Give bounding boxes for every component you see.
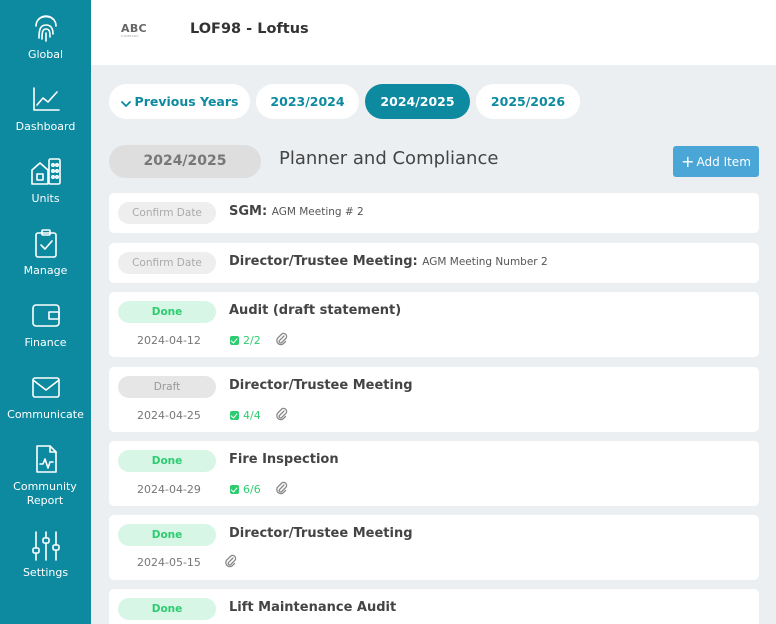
sidebar-item-label: Manage — [23, 264, 68, 277]
status-badge[interactable]: Done — [118, 450, 216, 472]
sidebar-item-community-report[interactable]: Community Report — [0, 444, 91, 510]
item-subtitle: AGM Meeting Number 2 — [422, 256, 548, 268]
tab-label: 2025/2026 — [490, 94, 566, 109]
page-title: LOF98 - Loftus — [190, 21, 309, 37]
item-title: Director/Trustee Meeting — [229, 378, 413, 393]
current-year-pill: 2024/2025 — [109, 145, 261, 178]
checkbox-icon — [230, 485, 239, 494]
plus-icon: + — [681, 152, 695, 171]
checklist-count: 6/6 — [243, 483, 261, 496]
sidebar-item-label: Dashboard — [15, 120, 76, 133]
sidebar-item-global[interactable]: Global — [0, 12, 91, 78]
paperclip-icon[interactable] — [225, 554, 237, 568]
report-document-icon — [36, 445, 57, 473]
envelope-icon — [32, 377, 60, 398]
planner-item[interactable]: Draft Director/Trustee Meeting 2024-04-2… — [109, 367, 759, 432]
clipboard-check-icon — [35, 229, 57, 258]
sidebar-item-dashboard[interactable]: Dashboard — [0, 84, 91, 150]
checklist-count: 4/4 — [243, 409, 261, 422]
checklist-count: 2/2 — [243, 334, 261, 347]
status-badge[interactable]: Draft — [118, 376, 216, 398]
tab-label: Previous Years — [134, 94, 239, 109]
header: ABC COMPANY LOF98 - Loftus — [91, 0, 776, 65]
planner-item[interactable]: Done Fire Inspection 2024-04-29 6/6 — [109, 441, 759, 506]
chevron-down-icon — [120, 86, 131, 121]
sidebar: Global Dashboard Units Manage Finance Co… — [0, 0, 91, 624]
company-logo: ABC COMPANY — [121, 23, 151, 39]
item-date: 2024-04-25 — [137, 409, 201, 422]
item-date: 2024-04-12 — [137, 334, 201, 347]
wallet-icon — [32, 304, 60, 327]
tab-2023-2024[interactable]: 2023/2024 — [256, 84, 359, 119]
paperclip-icon[interactable] — [276, 481, 288, 495]
tab-previous-years[interactable]: Previous Years — [109, 84, 250, 119]
add-item-button[interactable]: + Add Item — [673, 146, 759, 177]
item-date: 2024-05-15 — [137, 556, 201, 569]
paperclip-icon[interactable] — [276, 332, 288, 346]
item-title: Lift Maintenance Audit — [229, 600, 397, 615]
sidebar-item-communicate[interactable]: Communicate — [0, 372, 91, 438]
planner-item[interactable]: Done Lift Maintenance Audit — [109, 589, 759, 624]
status-badge[interactable]: Done — [118, 524, 216, 546]
item-title: Director/Trustee Meeting — [229, 526, 413, 541]
add-item-label: Add Item — [696, 155, 751, 169]
tab-label: 2024/2025 — [380, 94, 455, 109]
line-chart-icon — [33, 87, 60, 111]
fingerprint-icon — [35, 15, 57, 42]
sidebar-item-label: Finance — [24, 336, 67, 349]
planner-item[interactable]: Confirm Date Director/Trustee Meeting: A… — [109, 243, 759, 283]
status-badge[interactable]: Done — [118, 301, 216, 323]
planner-item[interactable]: Confirm Date SGM: AGM Meeting # 2 — [109, 193, 759, 233]
sidebar-item-label: Global — [27, 48, 64, 61]
sidebar-item-label: Settings — [22, 566, 69, 579]
checklist-progress: 6/6 — [230, 483, 261, 496]
sidebar-item-label: Community Report — [13, 480, 77, 507]
planner-item[interactable]: Done Director/Trustee Meeting 2024-05-15 — [109, 515, 759, 580]
sidebar-item-label: Units — [31, 192, 60, 205]
item-title: Audit (draft statement) — [229, 303, 402, 318]
item-subtitle: AGM Meeting # 2 — [271, 206, 364, 218]
sliders-icon — [32, 531, 60, 561]
tab-2025-2026[interactable]: 2025/2026 — [476, 84, 580, 119]
section-title: Planner and Compliance — [279, 148, 499, 169]
tab-label: 2023/2024 — [270, 94, 345, 109]
tab-2024-2025[interactable]: 2024/2025 — [365, 84, 470, 119]
buildings-icon — [31, 158, 61, 185]
logo-text: ABC — [121, 22, 147, 35]
checklist-progress: 2/2 — [230, 334, 261, 347]
sidebar-item-units[interactable]: Units — [0, 156, 91, 222]
checkbox-icon — [230, 336, 239, 345]
sidebar-item-label: Communicate — [7, 408, 84, 421]
status-badge[interactable]: Confirm Date — [118, 202, 216, 224]
item-title: Fire Inspection — [229, 452, 339, 467]
status-badge[interactable]: Done — [118, 598, 216, 620]
sidebar-item-settings[interactable]: Settings — [0, 530, 91, 596]
item-title: SGM: AGM Meeting # 2 — [229, 204, 364, 219]
item-title: Director/Trustee Meeting: AGM Meeting Nu… — [229, 254, 548, 269]
checkbox-icon — [230, 411, 239, 420]
item-date: 2024-04-29 — [137, 483, 201, 496]
sidebar-item-finance[interactable]: Finance — [0, 300, 91, 366]
planner-item[interactable]: Done Audit (draft statement) 2024-04-12 … — [109, 292, 759, 357]
paperclip-icon[interactable] — [276, 407, 288, 421]
item-title-main: Director/Trustee Meeting: — [229, 254, 418, 269]
status-badge[interactable]: Confirm Date — [118, 252, 216, 274]
item-title-main: SGM: — [229, 204, 268, 219]
checklist-progress: 4/4 — [230, 409, 261, 422]
sidebar-item-manage[interactable]: Manage — [0, 228, 91, 294]
